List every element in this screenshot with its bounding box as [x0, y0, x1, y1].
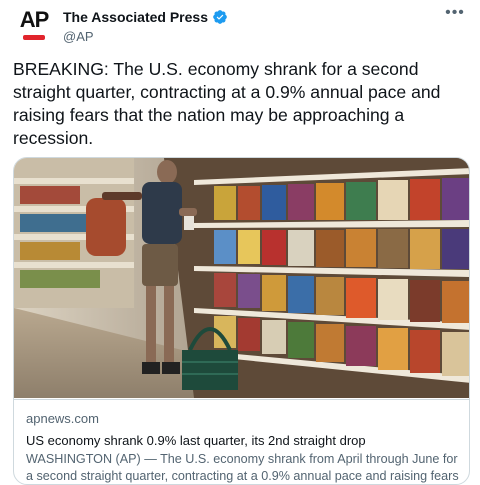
avatar[interactable]: AP [16, 8, 52, 44]
card-description: WASHINGTON (AP) — The U.S. economy shran… [26, 452, 459, 483]
card-title[interactable]: US economy shrank 0.9% last quarter, its… [26, 432, 459, 449]
ap-logo-bar [23, 35, 45, 40]
tweet-header: AP The Associated Press @AP ••• [16, 5, 468, 48]
ap-logo-text: AP [19, 7, 50, 32]
card-image[interactable] [14, 158, 470, 398]
account-info: The Associated Press @AP [63, 8, 228, 44]
more-options-icon[interactable]: ••• [444, 5, 466, 22]
card-domain: apnews.com [26, 411, 99, 426]
link-card[interactable]: apnews.com US economy shrank 0.9% last q… [13, 157, 470, 485]
account-handle[interactable]: @AP [63, 29, 228, 44]
tweet-text: BREAKING: The U.S. economy shrank for a … [13, 59, 441, 148]
display-name[interactable]: The Associated Press [63, 9, 208, 25]
card-meta: apnews.com US economy shrank 0.9% last q… [14, 399, 469, 484]
verified-badge-icon [213, 10, 227, 24]
